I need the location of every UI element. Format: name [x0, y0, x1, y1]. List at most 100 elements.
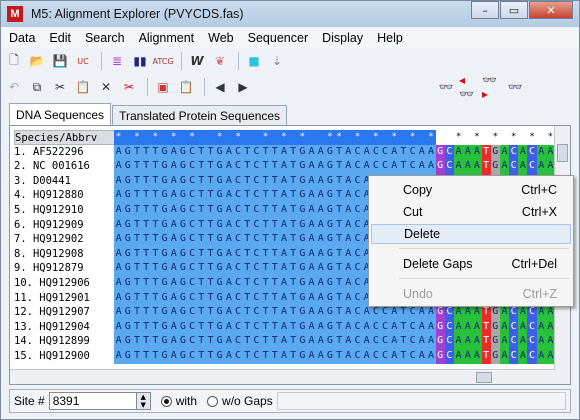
base-cell[interactable]: G [123, 144, 133, 160]
base-cell[interactable]: A [279, 319, 289, 335]
base-cell[interactable]: T [334, 232, 344, 247]
base-cell[interactable]: A [306, 275, 317, 291]
base-cell[interactable]: T [334, 348, 344, 364]
base-cell[interactable]: A [426, 334, 436, 349]
base-cell[interactable]: T [261, 188, 271, 203]
base-cell[interactable]: A [279, 188, 289, 203]
base-cell[interactable]: G [325, 305, 335, 320]
base-cell[interactable]: G [178, 173, 188, 189]
base-cell[interactable]: G [215, 319, 225, 335]
base-cell[interactable]: A [169, 246, 179, 262]
menu-edit[interactable]: Edit [42, 31, 78, 45]
base-cell[interactable]: T [196, 334, 206, 349]
base-cell[interactable]: G [297, 290, 307, 306]
base-cell[interactable]: G [325, 319, 335, 335]
base-cell[interactable]: A [426, 305, 436, 320]
base-cell[interactable]: C [527, 319, 537, 335]
base-cell[interactable]: T [205, 275, 216, 291]
base-cell[interactable]: T [132, 275, 142, 291]
base-cell[interactable]: A [279, 202, 289, 218]
base-cell[interactable]: C [352, 202, 363, 218]
base-cell[interactable]: C [509, 159, 519, 174]
base-cell[interactable]: T [196, 217, 206, 233]
base-cell[interactable]: G [178, 261, 188, 276]
base-cell[interactable]: T [141, 348, 151, 364]
base-cell[interactable]: C [187, 246, 197, 262]
cut-icon[interactable]: ✂ [50, 77, 70, 97]
base-cell[interactable]: C [509, 348, 519, 364]
base-cell[interactable]: A [224, 159, 234, 174]
sequence-row[interactable]: AGTTTGAGCTTGACTCTTATGAAGTACACCATCAAGCAAA… [114, 319, 565, 335]
base-cell[interactable]: G [159, 202, 170, 218]
without-gaps-radio[interactable] [207, 395, 219, 407]
base-cell[interactable]: G [159, 144, 170, 160]
base-cell[interactable]: A [453, 319, 464, 335]
base-cell[interactable]: C [251, 290, 261, 306]
base-cell[interactable]: A [362, 159, 372, 174]
base-cell[interactable]: A [316, 232, 326, 247]
base-cell[interactable]: C [380, 305, 390, 320]
base-cell[interactable]: T [141, 275, 151, 291]
base-cell[interactable]: T [481, 334, 491, 349]
base-cell[interactable]: A [472, 319, 482, 335]
base-cell[interactable]: T [398, 305, 408, 320]
base-cell[interactable]: A [426, 144, 436, 160]
base-cell[interactable]: T [270, 173, 280, 189]
sequence-row[interactable]: AGTTTGAGCTTGACTCTTATGAAGTACACCATCAAGCAAA… [114, 334, 565, 349]
base-cell[interactable]: T [132, 261, 142, 276]
base-cell[interactable]: C [187, 275, 197, 291]
base-cell[interactable]: C [187, 188, 197, 203]
base-cell[interactable]: A [343, 348, 353, 364]
base-cell[interactable]: G [325, 334, 335, 349]
base-cell[interactable]: T [196, 348, 206, 364]
base-cell[interactable]: G [325, 290, 335, 306]
base-cell[interactable]: A [114, 305, 124, 320]
base-cell[interactable]: A [306, 159, 317, 174]
base-cell[interactable]: A [417, 159, 427, 174]
base-cell[interactable]: A [279, 159, 289, 174]
base-cell[interactable]: T [141, 232, 151, 247]
base-cell[interactable]: G [297, 202, 307, 218]
base-cell[interactable]: C [352, 290, 363, 306]
base-cell[interactable]: A [362, 305, 372, 320]
base-cell[interactable]: T [141, 202, 151, 218]
base-cell[interactable]: C [233, 290, 243, 306]
base-cell[interactable]: A [169, 159, 179, 174]
base-cell[interactable]: T [270, 305, 280, 320]
base-cell[interactable]: T [270, 261, 280, 276]
base-cell[interactable]: G [123, 305, 133, 320]
base-cell[interactable]: A [114, 246, 124, 262]
clipboard-icon[interactable]: 📋 [176, 77, 196, 97]
base-cell[interactable]: C [380, 334, 390, 349]
base-cell[interactable]: C [233, 144, 243, 160]
base-cell[interactable]: T [205, 232, 216, 247]
base-cell[interactable]: C [509, 144, 519, 160]
base-cell[interactable]: G [178, 305, 188, 320]
base-cell[interactable]: C [251, 305, 261, 320]
base-cell[interactable]: A [224, 232, 234, 247]
base-cell[interactable]: G [123, 173, 133, 189]
base-cell[interactable]: T [132, 159, 142, 174]
base-cell[interactable]: T [261, 261, 271, 276]
base-cell[interactable]: T [288, 305, 298, 320]
base-cell[interactable]: C [233, 348, 243, 364]
base-cell[interactable]: C [444, 348, 454, 364]
base-cell[interactable]: C [408, 305, 418, 320]
base-cell[interactable]: G [490, 159, 500, 174]
base-cell[interactable]: T [481, 159, 491, 174]
base-cell[interactable]: T [205, 144, 216, 160]
sequence-label[interactable]: 14. HQ912899 [14, 334, 122, 349]
base-cell[interactable]: T [132, 319, 142, 335]
base-cell[interactable]: T [334, 319, 344, 335]
base-cell[interactable]: A [114, 202, 124, 218]
base-cell[interactable]: C [352, 348, 363, 364]
base-cell[interactable]: A [306, 202, 317, 218]
base-cell[interactable]: C [509, 319, 519, 335]
base-cell[interactable]: T [196, 202, 206, 218]
base-cell[interactable]: T [481, 144, 491, 160]
blast-icon[interactable]: ❦ [210, 51, 230, 71]
base-cell[interactable]: T [242, 334, 252, 349]
base-cell[interactable]: C [251, 348, 261, 364]
tab-dna-sequences[interactable]: DNA Sequences [9, 103, 112, 126]
base-cell[interactable]: A [536, 348, 546, 364]
